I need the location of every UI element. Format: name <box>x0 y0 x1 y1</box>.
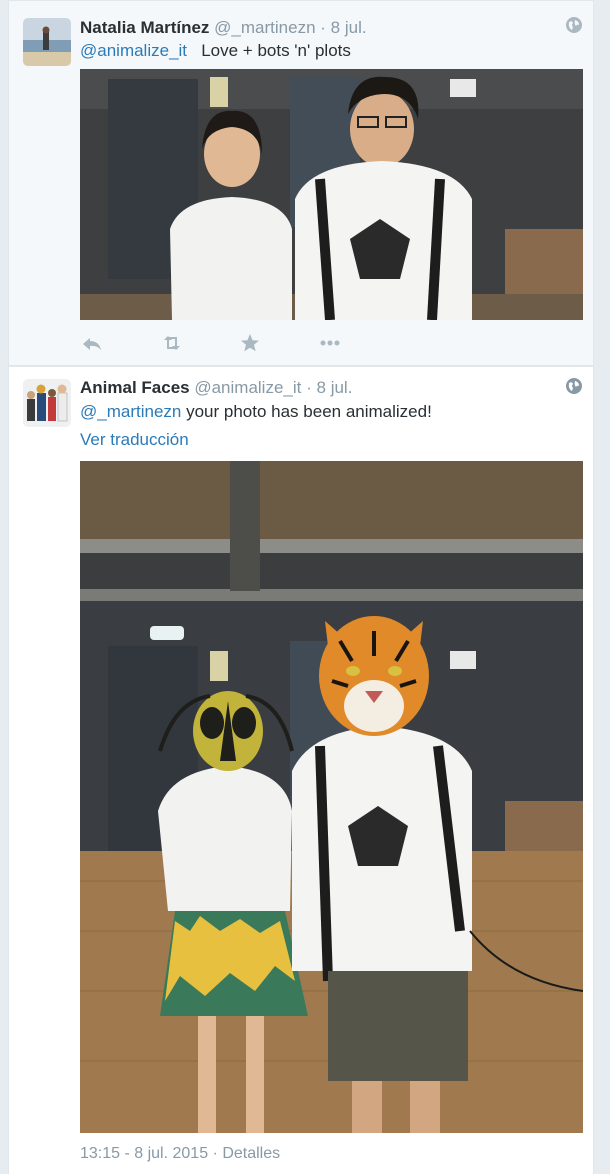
author-name[interactable]: Natalia Martínez <box>80 18 209 37</box>
tweet-photo[interactable] <box>80 69 583 320</box>
timeline: Natalia Martínez @_martinezn · 8 jul. @a… <box>0 0 610 1174</box>
tweet-timestamp[interactable]: 13:15 - 8 jul. 2015 · Detalles <box>80 1144 280 1164</box>
tweet-date[interactable]: 8 jul. <box>331 18 367 37</box>
tweet-date[interactable]: 8 jul. <box>317 378 353 397</box>
tweet-photo[interactable] <box>80 461 583 1133</box>
tweet-reply[interactable]: Animal Faces @animalize_it · 8 jul. @_ma… <box>8 366 594 1174</box>
tweet-text: @animalize_it Love + bots 'n' plots <box>80 41 573 61</box>
avatar[interactable] <box>23 18 71 66</box>
author-handle[interactable]: @animalize_it <box>194 378 301 397</box>
author-name[interactable]: Animal Faces <box>80 378 190 397</box>
more-icon[interactable] <box>318 331 342 355</box>
globe-icon <box>565 16 583 34</box>
tweet-original[interactable]: Natalia Martínez @_martinezn · 8 jul. @a… <box>8 0 594 366</box>
tweet-header: Natalia Martínez @_martinezn · 8 jul. <box>80 18 563 38</box>
globe-icon <box>565 377 583 395</box>
tweet-body: Love + bots 'n' plots <box>201 41 351 60</box>
mention-link[interactable]: @_martinezn <box>80 402 181 421</box>
separator: · <box>320 18 326 37</box>
avatar[interactable] <box>23 379 71 427</box>
separator: · <box>306 378 312 397</box>
mention-link[interactable]: @animalize_it <box>80 41 187 60</box>
tweet-text: @_martinezn your photo has been animaliz… <box>80 402 573 422</box>
tweet-header: Animal Faces @animalize_it · 8 jul. <box>80 378 563 398</box>
author-handle[interactable]: @_martinezn <box>214 18 315 37</box>
retweet-icon[interactable] <box>160 331 184 355</box>
reply-icon[interactable] <box>80 331 104 355</box>
tweet-body: your photo has been animalized! <box>186 402 432 421</box>
star-icon[interactable] <box>238 331 262 355</box>
tweet-actions <box>80 331 380 357</box>
translate-link[interactable]: Ver traducción <box>80 430 189 450</box>
